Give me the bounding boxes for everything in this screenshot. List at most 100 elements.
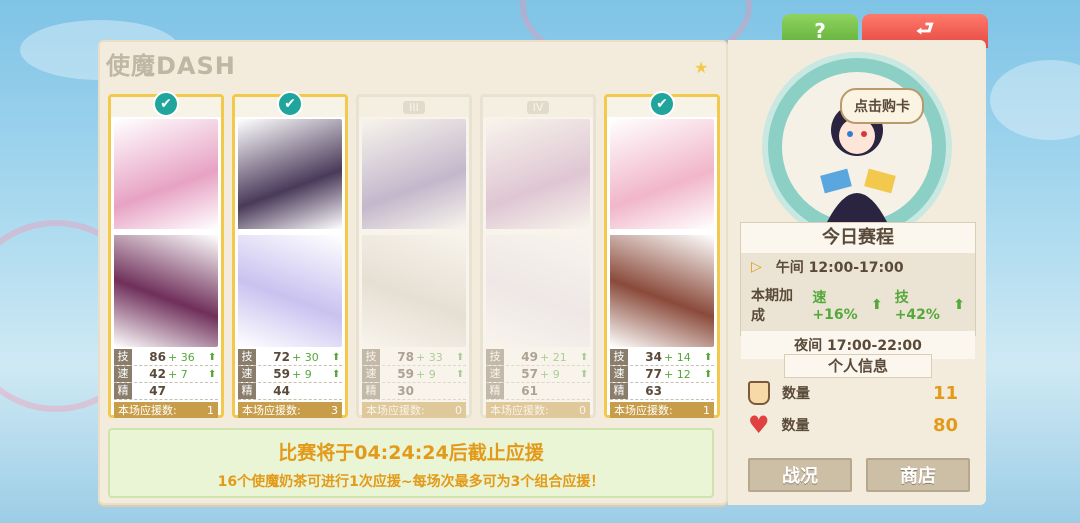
character-top-art	[610, 119, 714, 229]
stat-label: 速	[610, 366, 628, 382]
up-arrow-icon: ⬆	[580, 368, 589, 380]
character-art	[610, 119, 714, 347]
support-label: 本场应援数:	[614, 404, 673, 417]
shop-button[interactable]: 商店	[866, 458, 970, 492]
up-arrow-icon: ⬆	[704, 351, 713, 363]
support-count: 本场应援数: 0	[362, 402, 466, 418]
stat-value: 49	[521, 350, 538, 364]
stat-bonus: + 14	[664, 350, 691, 364]
card-header: III	[359, 97, 469, 117]
deadline-text: 比赛将于04:24:24后截止应援	[278, 442, 544, 464]
speed-bonus: 速+16%	[812, 290, 858, 323]
support-value: 0	[455, 403, 462, 417]
checkmark-icon: ✔	[277, 91, 303, 117]
character-top-art	[238, 119, 342, 229]
slot-number: III	[403, 100, 425, 114]
stat-bonus: + 9	[292, 367, 312, 381]
stat-value: 72	[273, 350, 290, 364]
slot-number: IV	[526, 100, 550, 114]
card-header: ✔	[607, 91, 717, 117]
team-card[interactable]: ✔ 技 72 + 30 ⬆ 速 59 + 9 ⬆ 精 44 本场应援数: 3	[232, 91, 348, 418]
card-stats: 技 34 + 14 ⬆ 速 77 + 12 ⬆ 精 63 本场应援数: 1	[610, 349, 714, 418]
support-count: 本场应援数: 1	[610, 402, 714, 418]
team-card[interactable]: ✔ 技 34 + 14 ⬆ 速 77 + 12 ⬆ 精 63 本场应援数: 1	[604, 91, 720, 418]
character-bottom-art	[114, 235, 218, 347]
stat-value: 63	[645, 384, 662, 398]
noon-session: ▷ 午间 12:00-17:00	[751, 259, 904, 276]
stat-bonus: + 36	[168, 350, 195, 364]
card-stats: 技 78 + 33 ⬆ 速 59 + 9 ⬆ 精 30 本场应援数: 0	[362, 349, 466, 418]
panel-title: 使魔DASH	[106, 52, 236, 80]
up-arrow-icon: ⬆	[704, 368, 713, 380]
stat-row: 速 59 + 9 ⬆	[362, 366, 466, 383]
support-value: 0	[579, 403, 586, 417]
team-card[interactable]: IV 技 49 + 21 ⬆ 速 57 + 9 ⬆ 精 61 本场应援数: 0	[480, 94, 596, 418]
character-top-art	[486, 119, 590, 229]
stat-value: 47	[149, 384, 166, 398]
team-card[interactable]: ✔ 技 86 + 36 ⬆ 速 42 + 7 ⬆ 精 47 本场应援数: 1	[108, 91, 224, 418]
stat-value: 61	[521, 384, 538, 398]
character-bottom-art	[362, 235, 466, 347]
stat-label: 技	[238, 349, 256, 365]
up-arrow-icon: ⬆	[953, 297, 965, 313]
stat-row: 技 34 + 14 ⬆	[610, 349, 714, 366]
stat-bonus: + 21	[540, 350, 567, 364]
stat-label: 速	[362, 366, 380, 382]
card-header: ✔	[111, 91, 221, 117]
card-header: IV	[483, 97, 593, 117]
dash-panel: 使魔DASH ★ ✔ 技 86 + 36 ⬆ 速 42 + 7 ⬆ 精 47 本场应援数: 1 ✔ 技 72 +…	[98, 40, 728, 505]
support-label: 本场应援数:	[490, 404, 549, 417]
support-label: 本场应援数:	[366, 404, 425, 417]
up-arrow-icon: ⬆	[332, 351, 341, 363]
stat-bonus: + 12	[664, 367, 691, 381]
up-arrow-icon: ⬆	[580, 351, 589, 363]
stat-bonus: + 33	[416, 350, 443, 364]
stat-row: 速 77 + 12 ⬆	[610, 366, 714, 383]
play-triangle-icon: ▷	[751, 259, 762, 275]
stat-label: 精	[114, 383, 132, 399]
checkmark-icon: ✔	[649, 91, 675, 117]
stat-bonus: + 9	[540, 367, 560, 381]
support-count: 本场应援数: 3	[238, 402, 342, 418]
stat-bonus: + 9	[416, 367, 436, 381]
skill-bonus: 技+42%	[894, 290, 940, 323]
up-arrow-icon: ⬆	[456, 351, 465, 363]
stat-row: 精 30	[362, 383, 466, 400]
support-value: 1	[703, 403, 710, 417]
character-art	[114, 119, 218, 347]
milk-tea-icon	[748, 381, 770, 405]
stat-value: 57	[521, 367, 538, 381]
stat-label: 精	[610, 383, 628, 399]
card-stats: 技 86 + 36 ⬆ 速 42 + 7 ⬆ 精 47 本场应援数: 1	[114, 349, 218, 418]
stat-value: 77	[645, 367, 662, 381]
stat-label: 精	[362, 383, 380, 399]
stat-value: 86	[149, 350, 166, 364]
character-bottom-art	[610, 235, 714, 347]
battle-status-button[interactable]: 战况	[748, 458, 852, 492]
schedule-box: 今日赛程 ▷ 午间 12:00-17:00 本期加成 速+16% ⬆ 技+42%…	[740, 222, 976, 359]
team-card[interactable]: III 技 78 + 33 ⬆ 速 59 + 9 ⬆ 精 30 本场应援数: 0	[356, 94, 472, 418]
character-art	[486, 119, 590, 347]
heart-icon: ♥	[748, 411, 770, 439]
stat-label: 速	[114, 366, 132, 382]
star-icon: ★	[694, 58, 709, 77]
character-bottom-art	[238, 235, 342, 347]
stat-value: 44	[273, 384, 290, 398]
stat-row: 速 59 + 9 ⬆	[238, 366, 342, 383]
stat-row: 技 78 + 33 ⬆	[362, 349, 466, 366]
stat-row: 技 86 + 36 ⬆	[114, 349, 218, 366]
buy-card-button[interactable]: 点击购卡	[840, 88, 924, 124]
stat-value: 42	[149, 367, 166, 381]
stat-label: 技	[610, 349, 628, 365]
support-count: 本场应援数: 1	[114, 402, 218, 418]
character-top-art	[362, 119, 466, 229]
stat-value: 78	[397, 350, 414, 364]
cloud	[990, 60, 1080, 140]
bonus-row: 本期加成 速+16% ⬆ 技+42% ⬆	[751, 288, 965, 324]
side-panel: 点击购卡 今日赛程 ▷ 午间 12:00-17:00 本期加成 速+16% ⬆ …	[728, 40, 986, 505]
card-stats: 技 49 + 21 ⬆ 速 57 + 9 ⬆ 精 61 本场应援数: 0	[486, 349, 590, 418]
stat-label: 技	[362, 349, 380, 365]
character-top-art	[114, 119, 218, 229]
stat-row: 技 49 + 21 ⬆	[486, 349, 590, 366]
stat-value: 59	[397, 367, 414, 381]
